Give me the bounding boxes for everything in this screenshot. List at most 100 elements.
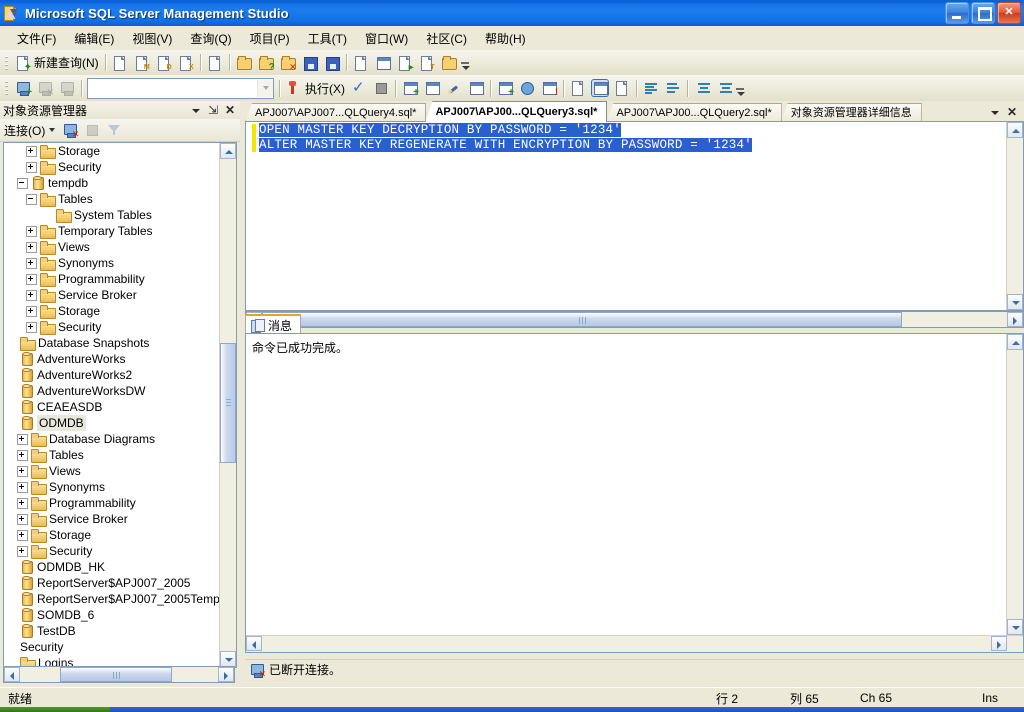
- tree-item[interactable]: Service Broker: [4, 287, 219, 303]
- tree-item[interactable]: Programmability: [4, 495, 219, 511]
- tree-item[interactable]: System Tables: [4, 207, 219, 223]
- oe-filter-button[interactable]: [103, 120, 125, 141]
- close-icon[interactable]: ✕: [1004, 105, 1020, 121]
- tree-item[interactable]: AdventureWorks: [4, 351, 219, 367]
- results-text-button[interactable]: [567, 78, 589, 99]
- tab-query2[interactable]: APJ007\APJ00...QLQuery2.sql*: [606, 103, 782, 122]
- parse-check-button[interactable]: ✓: [348, 78, 370, 99]
- scroll-down-button[interactable]: [1007, 619, 1023, 635]
- tree-item[interactable]: Storage: [4, 303, 219, 319]
- database-selector[interactable]: [87, 77, 274, 99]
- results-to-file-button[interactable]: !: [538, 78, 560, 99]
- messages-body[interactable]: 命令已成功完成。: [245, 333, 1024, 653]
- expand-icon[interactable]: [26, 225, 37, 237]
- new-dmx-query-button[interactable]: D: [153, 52, 175, 73]
- results-to-grid-button[interactable]: [516, 78, 538, 99]
- chevron-down-icon[interactable]: [189, 103, 203, 117]
- toolbar-grip[interactable]: [3, 53, 10, 72]
- scroll-left-button[interactable]: [246, 636, 262, 651]
- expand-icon[interactable]: [26, 257, 37, 269]
- results-grid-button[interactable]: [589, 78, 611, 99]
- tab-object-explorer-details[interactable]: 对象资源管理器详细信息: [780, 103, 922, 122]
- tree-horizontal-scrollbar[interactable]: [3, 666, 235, 683]
- menu-community[interactable]: 社区(C): [417, 27, 476, 50]
- tree-item[interactable]: Security: [4, 639, 219, 655]
- new-mdx-query-button[interactable]: M: [131, 52, 153, 73]
- save-all-button[interactable]: [321, 52, 343, 73]
- execute-button[interactable]: 执行(X): [283, 78, 348, 99]
- include-client-statistics-button[interactable]: [465, 78, 487, 99]
- expand-icon[interactable]: [26, 145, 37, 157]
- stop-button[interactable]: [370, 78, 392, 99]
- tree-item[interactable]: CEAEASDB: [4, 399, 219, 415]
- new-query-button[interactable]: ✦ 新建查询(N): [12, 52, 102, 73]
- scroll-up-button[interactable]: [1007, 334, 1023, 350]
- tree-item[interactable]: Temporary Tables: [4, 223, 219, 239]
- results-to-text-button[interactable]: +: [494, 78, 516, 99]
- start-button[interactable]: [0, 707, 110, 712]
- oe-stop-button[interactable]: [81, 120, 103, 141]
- pin-icon[interactable]: ⇲: [206, 103, 220, 117]
- scroll-right-button[interactable]: [218, 667, 234, 682]
- script-button[interactable]: [350, 52, 372, 73]
- tree-item[interactable]: Database Diagrams: [4, 431, 219, 447]
- collapse-icon[interactable]: [17, 177, 28, 189]
- menu-file[interactable]: 文件(F): [8, 27, 65, 50]
- include-actual-plan-button[interactable]: [443, 78, 465, 99]
- expand-icon[interactable]: [17, 481, 28, 493]
- template-explorer-button[interactable]: T: [416, 52, 438, 73]
- display-estimated-plan-button[interactable]: +: [399, 78, 421, 99]
- tree-item[interactable]: Service Broker: [4, 511, 219, 527]
- expand-icon[interactable]: [17, 545, 28, 557]
- expand-icon[interactable]: [26, 305, 37, 317]
- tree-item[interactable]: Synonyms: [4, 255, 219, 271]
- tree-item[interactable]: TestDB: [4, 623, 219, 639]
- toolbar-grip[interactable]: [3, 79, 10, 97]
- minimize-button[interactable]: [945, 2, 969, 24]
- tree-item[interactable]: Views: [4, 463, 219, 479]
- tab-messages[interactable]: 消息: [245, 314, 302, 334]
- menu-view[interactable]: 视图(V): [123, 27, 181, 50]
- expand-icon[interactable]: [17, 529, 28, 541]
- increase-indent-button[interactable]: [713, 78, 735, 99]
- tree-item[interactable]: SOMDB_6: [4, 607, 219, 623]
- tree-item[interactable]: Synonyms: [4, 479, 219, 495]
- expand-icon[interactable]: [26, 273, 37, 285]
- toolbar-overflow-button[interactable]: [460, 57, 470, 75]
- chevron-down-icon[interactable]: [988, 105, 1004, 121]
- uncomment-button[interactable]: [662, 78, 684, 99]
- decrease-indent-button[interactable]: [691, 78, 713, 99]
- expand-icon[interactable]: [17, 465, 28, 477]
- scroll-up-button[interactable]: [1007, 122, 1023, 138]
- expand-icon[interactable]: [26, 241, 37, 253]
- tree-item[interactable]: ReportServer$APJ007_2005TempDB: [4, 591, 219, 607]
- tree-item[interactable]: ReportServer$APJ007_2005: [4, 575, 219, 591]
- tree-item[interactable]: AdventureWorks2: [4, 367, 219, 383]
- tree-item[interactable]: AdventureWorksDW: [4, 383, 219, 399]
- menu-project[interactable]: 项目(P): [241, 27, 299, 50]
- scroll-thumb[interactable]: [220, 343, 236, 463]
- restore-button[interactable]: [971, 2, 995, 24]
- scroll-right-button[interactable]: [991, 636, 1007, 651]
- comment-button[interactable]: [640, 78, 662, 99]
- open-file-button[interactable]: [233, 52, 255, 73]
- tree-item[interactable]: Database Snapshots: [4, 335, 219, 351]
- menu-tools[interactable]: 工具(T): [299, 27, 356, 50]
- save-button[interactable]: [299, 52, 321, 73]
- expand-icon[interactable]: [17, 513, 28, 525]
- new-project-button[interactable]: [204, 52, 226, 73]
- new-xmla-query-button[interactable]: X: [175, 52, 197, 73]
- collapse-icon[interactable]: [26, 193, 37, 205]
- connect-dropdown-button[interactable]: 连接(O): [0, 122, 59, 139]
- query-options-button[interactable]: [421, 78, 443, 99]
- scroll-down-button[interactable]: [220, 651, 236, 667]
- expand-icon[interactable]: [17, 433, 28, 445]
- tree-item[interactable]: Storage: [4, 143, 219, 159]
- tab-query4[interactable]: APJ007\APJ007...QLQuery4.sql*: [245, 103, 427, 122]
- scroll-left-button[interactable]: [4, 667, 20, 682]
- properties-window-button[interactable]: [372, 52, 394, 73]
- tree-item[interactable]: Tables: [4, 191, 219, 207]
- solution-explorer-button[interactable]: [438, 52, 460, 73]
- tree-item[interactable]: Programmability: [4, 271, 219, 287]
- tree-item[interactable]: ODMDB: [4, 415, 219, 431]
